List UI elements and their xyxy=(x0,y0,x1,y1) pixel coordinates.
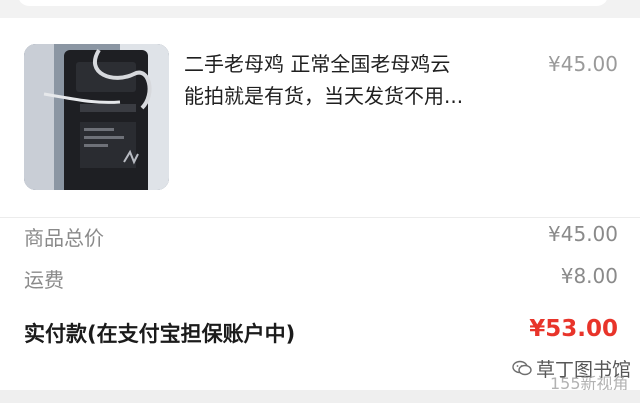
product-row[interactable]: 二手老母鸡 正常全国老母鸡云 能拍就是有货，当天发货不用... ¥45.00 xyxy=(0,18,640,218)
amount-paid-value: ¥53.00 xyxy=(529,316,618,342)
amount-paid-row: 实付款(在支付宝担保账户中) ¥53.00 xyxy=(24,316,618,348)
goods-total-label: 商品总价 xyxy=(24,226,104,250)
section-divider xyxy=(0,217,640,218)
product-title[interactable]: 二手老母鸡 正常全国老母鸡云 能拍就是有货，当天发货不用... xyxy=(184,48,514,112)
shipping-row: 运费 ¥8.00 xyxy=(24,264,618,294)
wechat-icon xyxy=(512,360,532,376)
product-photo-charger-icon xyxy=(24,44,169,190)
product-thumbnail[interactable] xyxy=(24,44,169,190)
amount-paid-label: 实付款(在支付宝担保账户中) xyxy=(24,322,296,346)
shipping-value: ¥8.00 xyxy=(560,264,618,288)
goods-total-row: 商品总价 ¥45.00 xyxy=(24,222,618,252)
product-price: ¥45.00 xyxy=(548,52,618,76)
goods-total-value: ¥45.00 xyxy=(548,222,618,246)
bottom-strip xyxy=(0,390,640,403)
product-title-line-2: 能拍就是有货，当天发货不用... xyxy=(184,84,464,108)
watermark: 草丁图书馆 155新视角 xyxy=(512,356,631,393)
previous-card xyxy=(18,0,608,6)
product-title-line-1: 二手老母鸡 正常全国老母鸡云 xyxy=(184,52,451,76)
shipping-label: 运费 xyxy=(24,268,64,292)
